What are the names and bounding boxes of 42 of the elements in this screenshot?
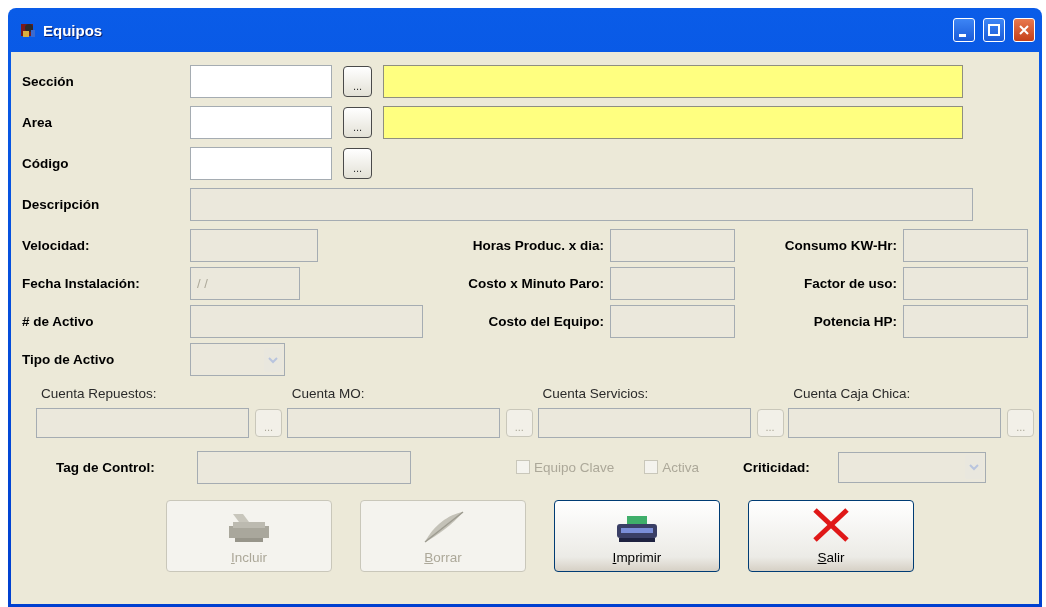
window-title: Equipos bbox=[43, 21, 104, 39]
field-label: Factor de uso: bbox=[803, 276, 898, 291]
field-label: Cuenta MO: bbox=[290, 386, 366, 403]
minimize-icon bbox=[959, 33, 966, 37]
maximize-button[interactable] bbox=[983, 18, 1005, 42]
field-label: Costo del Equipo: bbox=[487, 314, 605, 329]
field-label: Cuenta Servicios: bbox=[541, 386, 650, 403]
field-label: Criticidad: bbox=[743, 459, 811, 475]
field-label: Costo x Minuto Paro: bbox=[467, 276, 605, 291]
field-label: # de Activo bbox=[22, 314, 95, 329]
field-label: Descripción bbox=[22, 197, 101, 212]
field-label: Tag de Control: bbox=[56, 459, 156, 475]
input-field[interactable] bbox=[190, 65, 332, 98]
field-label: Sección bbox=[22, 74, 75, 89]
cross-icon bbox=[811, 506, 851, 544]
close-icon bbox=[1018, 24, 1030, 36]
close-button[interactable] bbox=[1013, 18, 1035, 42]
name-field[interactable] bbox=[383, 65, 963, 98]
field-label: Cuenta Caja Chica: bbox=[792, 386, 912, 403]
field-label: Velocidad: bbox=[22, 238, 91, 253]
field-label: Tipo de Activo bbox=[22, 352, 116, 367]
maximize-icon bbox=[988, 24, 1000, 36]
browse-button[interactable]: ... bbox=[343, 107, 372, 138]
name-field[interactable] bbox=[383, 106, 963, 139]
field-label: Potencia HP: bbox=[812, 314, 898, 329]
field-label: Fecha Instalación: bbox=[22, 276, 141, 291]
browse-button[interactable]: ... bbox=[343, 66, 372, 97]
input-field[interactable] bbox=[190, 147, 332, 180]
app-icon bbox=[19, 21, 37, 39]
field-label: Cuenta Repuestos: bbox=[40, 386, 158, 403]
action-button[interactable]: Imprimir bbox=[554, 500, 720, 572]
field-label: Area bbox=[22, 115, 54, 130]
action-button[interactable]: Salir bbox=[748, 500, 914, 572]
printer-icon bbox=[615, 514, 659, 544]
minimize-button[interactable] bbox=[953, 18, 975, 42]
field-label: Horas Produc. x dia: bbox=[471, 238, 605, 253]
field-label: Código bbox=[22, 156, 70, 171]
chevron-icon bbox=[969, 463, 980, 471]
input-field[interactable] bbox=[190, 106, 332, 139]
field-label: Consumo KW-Hr: bbox=[783, 238, 898, 253]
chevron-icon bbox=[268, 355, 278, 364]
browse-button[interactable]: ... bbox=[343, 148, 372, 179]
